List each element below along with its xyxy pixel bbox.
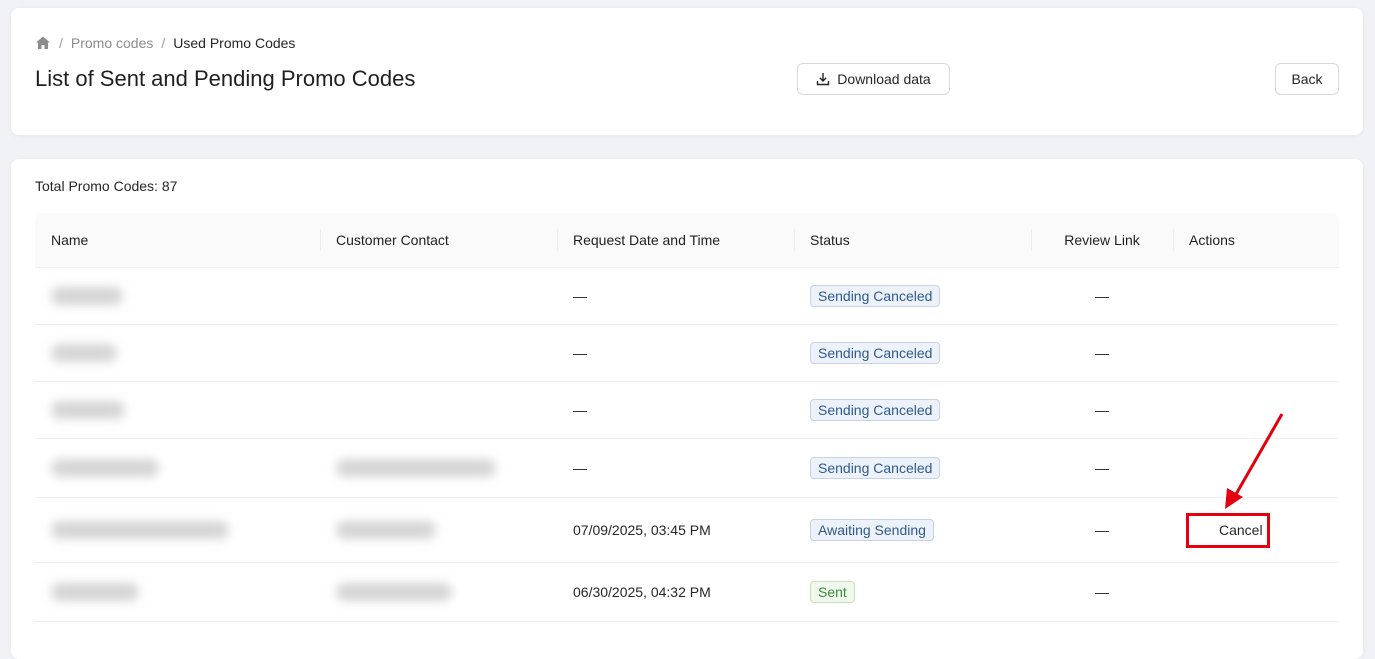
redacted-name [51, 521, 229, 539]
table-row: — Sending Canceled — [35, 325, 1339, 382]
status-badge: Sending Canceled [810, 457, 941, 479]
request-date-cell: 07/09/2025, 03:45 PM [573, 522, 711, 538]
table-row: 06/30/2025, 04:32 PM Sent — [35, 563, 1339, 622]
column-divider [1031, 229, 1032, 251]
table-row: — Sending Canceled — [35, 268, 1339, 325]
request-date-cell: 06/30/2025, 04:32 PM [573, 584, 711, 600]
redacted-contact [336, 459, 496, 477]
actions-cell [1173, 268, 1339, 324]
table-row: — Sending Canceled — [35, 382, 1339, 439]
name-cell [35, 382, 320, 438]
customer-contact-cell [320, 563, 557, 621]
table-header: Name Customer Contact Request Date and T… [35, 213, 1339, 268]
column-header-actions: Actions [1173, 213, 1339, 267]
name-cell [35, 268, 320, 324]
column-header-request-date: Request Date and Time [557, 213, 794, 267]
column-divider [320, 229, 321, 251]
column-header-review-link: Review Link [1031, 213, 1173, 267]
request-date-cell: — [573, 345, 587, 361]
download-data-button[interactable]: Download data [797, 63, 950, 95]
redacted-name [51, 344, 117, 362]
name-cell [35, 439, 320, 497]
review-link-cell: — [1095, 288, 1109, 304]
customer-contact-cell [320, 382, 557, 438]
name-cell [35, 498, 320, 562]
actions-cell [1173, 382, 1339, 438]
status-cell: Sent [794, 563, 1031, 621]
status-badge: Sending Canceled [810, 285, 941, 307]
column-divider [557, 229, 558, 251]
table-row: 07/09/2025, 03:45 PM Awaiting Sending — … [35, 498, 1339, 563]
customer-contact-cell [320, 439, 557, 497]
request-date-cell: — [573, 460, 587, 476]
column-divider [1173, 229, 1174, 251]
status-badge: Awaiting Sending [810, 519, 934, 541]
review-link-cell: — [1095, 460, 1109, 476]
table-card: Total Promo Codes: 87 Name Customer Cont… [11, 159, 1363, 659]
review-link-cell: — [1095, 522, 1109, 538]
back-button[interactable]: Back [1275, 63, 1339, 95]
actions-cell [1173, 439, 1339, 497]
total-promo-codes: Total Promo Codes: 87 [35, 178, 178, 194]
redacted-name [51, 459, 159, 477]
status-badge: Sent [810, 581, 855, 603]
status-cell: Sending Canceled [794, 325, 1031, 381]
page-title: List of Sent and Pending Promo Codes [35, 66, 416, 91]
redacted-contact [336, 521, 436, 539]
review-link-cell: — [1095, 402, 1109, 418]
customer-contact-cell [320, 325, 557, 381]
request-date-cell: — [573, 402, 587, 418]
column-header-status: Status [794, 213, 1031, 267]
home-icon[interactable] [35, 35, 51, 51]
customer-contact-cell [320, 498, 557, 562]
redacted-name [51, 583, 139, 601]
redacted-name [51, 287, 123, 305]
status-badge: Sending Canceled [810, 399, 941, 421]
breadcrumb-separator: / [161, 35, 166, 51]
promo-codes-table: Name Customer Contact Request Date and T… [35, 213, 1339, 622]
status-cell: Awaiting Sending [794, 498, 1031, 562]
breadcrumb: / Promo codes / Used Promo Codes [35, 35, 295, 51]
breadcrumb-separator: / [59, 35, 63, 51]
name-cell [35, 325, 320, 381]
column-divider [794, 229, 795, 251]
status-cell: Sending Canceled [794, 382, 1031, 438]
status-badge: Sending Canceled [810, 342, 941, 364]
table-row: — Sending Canceled — [35, 439, 1339, 498]
status-cell: Sending Canceled [794, 268, 1031, 324]
customer-contact-cell [320, 268, 557, 324]
redacted-contact [336, 583, 452, 601]
breadcrumb-promo-codes[interactable]: Promo codes [71, 35, 153, 51]
review-link-cell: — [1095, 584, 1109, 600]
annotation-highlight-box [1186, 513, 1270, 548]
column-header-name: Name [51, 232, 89, 248]
request-date-cell: — [573, 288, 587, 304]
redacted-name [51, 401, 125, 419]
column-header-customer-contact: Customer Contact [320, 213, 557, 267]
download-data-label: Download data [837, 71, 931, 87]
status-cell: Sending Canceled [794, 439, 1031, 497]
header-card: / Promo codes / Used Promo Codes List of… [11, 8, 1363, 135]
review-link-cell: — [1095, 345, 1109, 361]
actions-cell [1173, 325, 1339, 381]
breadcrumb-used-promo-codes: Used Promo Codes [173, 35, 296, 51]
name-cell [35, 563, 320, 621]
actions-cell [1173, 563, 1339, 621]
download-icon [816, 72, 830, 86]
